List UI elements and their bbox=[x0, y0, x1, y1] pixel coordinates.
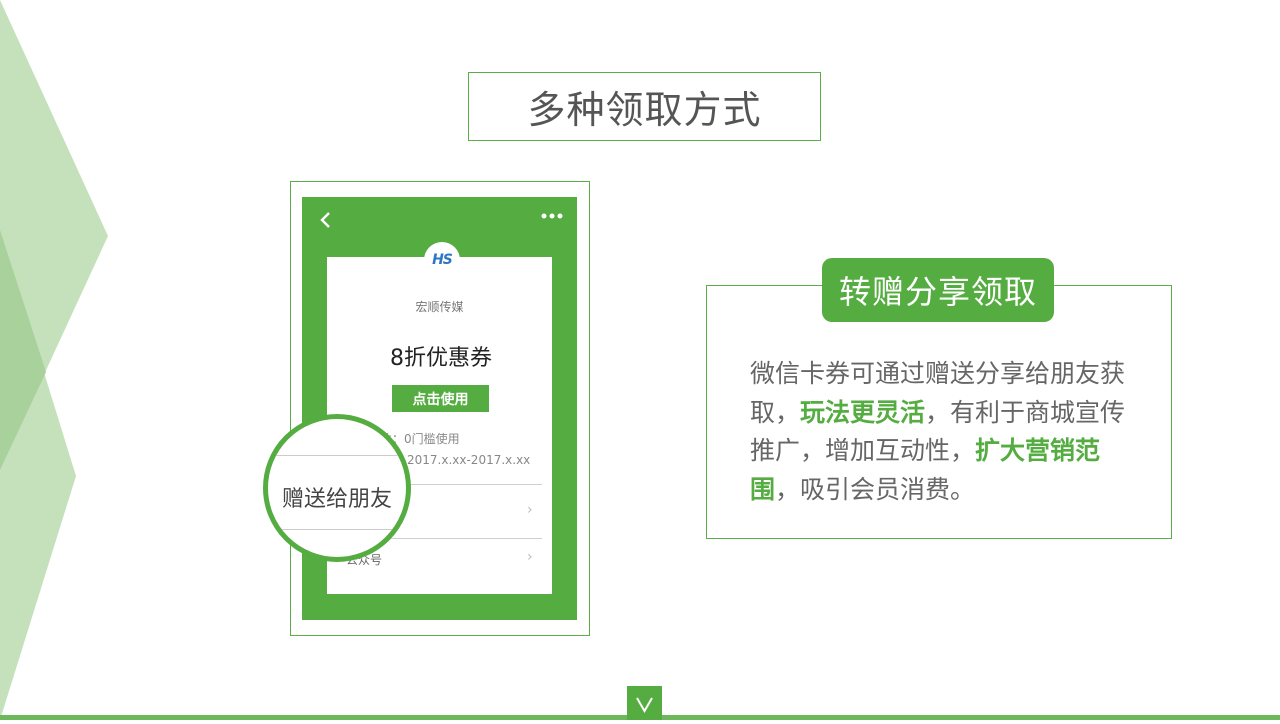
chevron-right-icon[interactable]: › bbox=[527, 502, 533, 518]
section-badge: 转赠分享领取 bbox=[822, 258, 1054, 322]
back-arrow-icon[interactable] bbox=[318, 210, 332, 230]
page-title: 多种领取方式 bbox=[468, 72, 821, 141]
magnifier-callout: 赠送给朋友 bbox=[263, 414, 411, 562]
divider bbox=[268, 529, 406, 530]
brand-logo: HS bbox=[424, 242, 460, 278]
coupon-title: 8折优惠券 bbox=[390, 346, 492, 371]
chevron-down-icon bbox=[636, 697, 653, 714]
description-text: 微信卡券可通过赠送分享给朋友获取，玩法更灵活，有利于商城宣传推广，增加互动性，扩… bbox=[750, 359, 1126, 504]
chevron-right-icon[interactable]: › bbox=[527, 549, 533, 565]
brand-name: 宏顺传媒 bbox=[415, 300, 464, 314]
scroll-down-button[interactable] bbox=[627, 686, 662, 720]
decorative-triangles bbox=[0, 0, 108, 720]
divider bbox=[268, 455, 406, 456]
gift-to-friend-option[interactable]: 赠送给朋友 bbox=[268, 481, 406, 513]
highlight-flexible: 玩法更灵活 bbox=[800, 397, 926, 427]
more-dots-icon[interactable] bbox=[541, 212, 563, 220]
use-coupon-button[interactable]: 点击使用 bbox=[392, 385, 489, 412]
coupon-validity: 2017.x.xx-2017.x.xx bbox=[407, 453, 531, 467]
